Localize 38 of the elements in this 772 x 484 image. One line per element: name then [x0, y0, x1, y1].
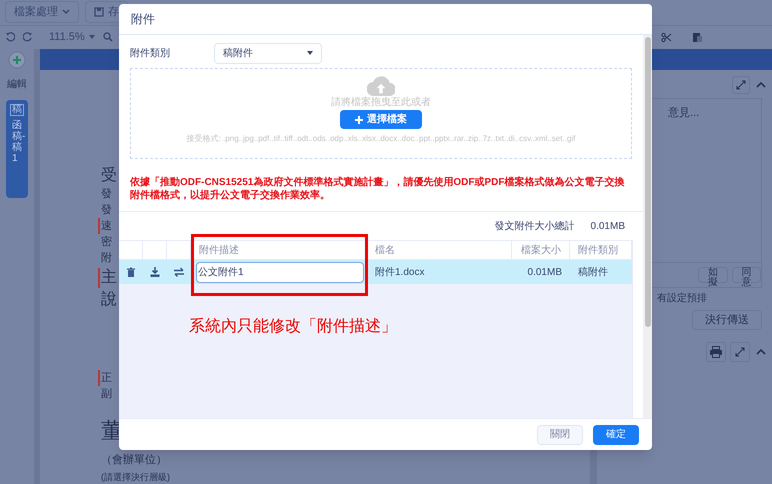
edit-label: 編輯 [7, 78, 27, 92]
table-cell-text: 0.01MB [528, 266, 562, 280]
file-drop-zone[interactable]: 請將檔案拖曳至此或者 選擇檔案 接受格式: .png..jpg..pdf..tif..tiff..odt..ods..odp..xls..xlsx..docx..doc..ppt..pptx..rar..zip..7z..txt..di..csv..xml..set..gif [130, 68, 632, 159]
document-text: 附 [100, 251, 112, 266]
dialog-title: 附件 [131, 11, 155, 28]
document-text: 董 [100, 417, 123, 445]
annotation-text: 系統內只能修改「附件描述」 [189, 316, 397, 337]
send-button[interactable]: 決行傳送 [692, 310, 762, 330]
document-text: 發 [100, 203, 112, 218]
document-text: 發 [100, 187, 112, 202]
choose-file-button[interactable]: 選擇檔案 [340, 110, 422, 129]
table-cell-text: 稿附件 [578, 266, 608, 280]
total-size-label: 發文附件大小總計 [494, 220, 575, 234]
document-text: (請選擇決行層級) [100, 471, 170, 484]
document-text: 正 [98, 370, 112, 386]
description-input[interactable]: 公文附件1 [196, 262, 364, 282]
column-header: 檔案大小 [521, 244, 561, 258]
document-text: 受 [100, 166, 117, 186]
category-select[interactable]: 稿附件 [214, 42, 322, 64]
close-button[interactable]: 關閉 [537, 424, 583, 444]
schedule-note: 有設定預排 [656, 292, 708, 306]
column-header: 檔名 [375, 244, 395, 258]
document-text: 說 [100, 290, 117, 310]
accepted-formats: 接受格式: .png..jpg..pdf..tif..tiff..odt..ods..odp..xls..xlsx..docx..doc..ppt..pptx..rar..zip..7z..txt..di..csv..xml..set..gif [186, 133, 576, 145]
document-text: 主 [98, 268, 117, 288]
zoom-level[interactable]: 111.5% [49, 29, 85, 46]
document-text: 速 [98, 218, 112, 234]
document-text: 密 [100, 234, 112, 250]
category-label: 附件類別 [130, 46, 171, 60]
document-text: （會辦單位） [100, 452, 167, 468]
document-tab[interactable]: 稿 函稿-稿1 [6, 100, 28, 198]
confirm-button[interactable]: 確定 [593, 424, 639, 444]
drop-hint: 請將檔案拖曳至此或者 [331, 98, 431, 108]
attachment-row[interactable]: 公文附件1 附件1.docx 0.01MB 稿附件 [119, 260, 632, 284]
document-text: 副 [100, 387, 112, 402]
file-menu-button[interactable]: 檔案處理 [5, 1, 79, 24]
column-header: 附件描述 [199, 244, 239, 258]
table-cell-text: 附件1.docx [375, 266, 424, 280]
